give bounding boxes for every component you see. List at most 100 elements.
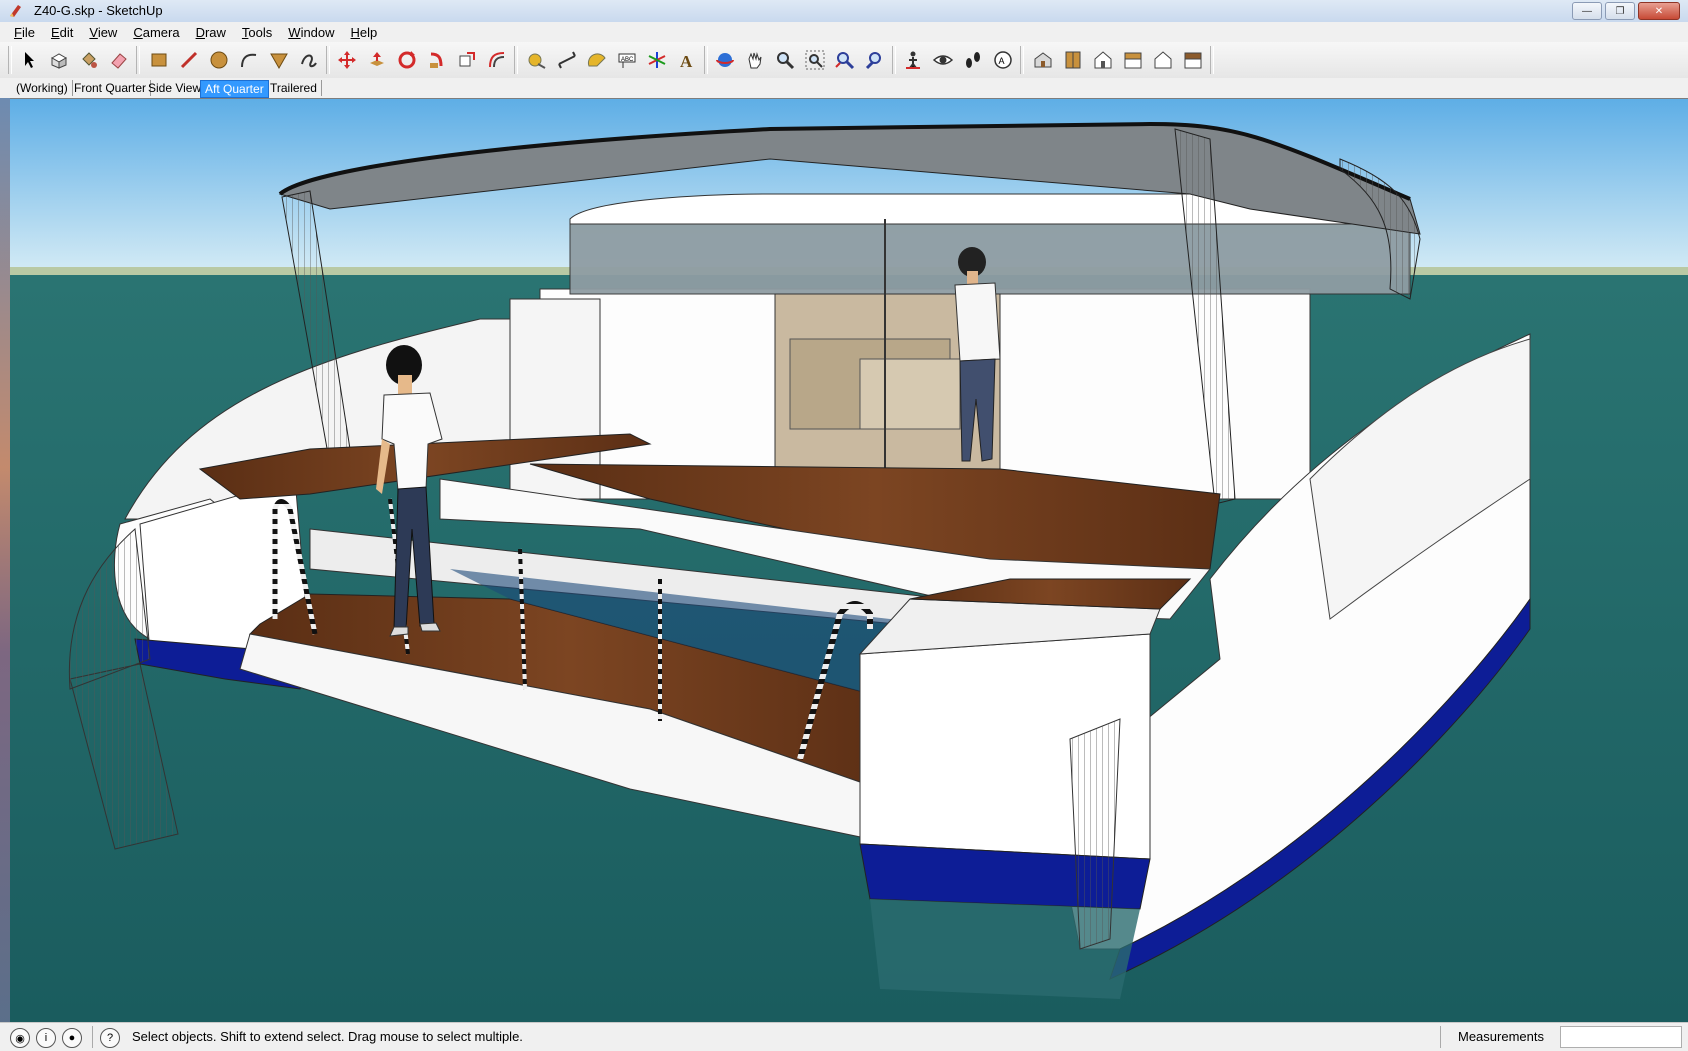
tape-measure-icon [528, 53, 546, 69]
menu-view[interactable]: View [89, 25, 117, 40]
circle-icon [210, 51, 228, 69]
menu-file[interactable]: File [14, 25, 35, 40]
toolbar-separator [326, 46, 330, 74]
model-viewport[interactable] [10, 98, 1688, 1023]
zoom-button[interactable] [772, 47, 798, 73]
follow-me-icon [430, 52, 443, 68]
orbit-button[interactable] [712, 47, 738, 73]
toolbar-separator [704, 46, 708, 74]
svg-text:A: A [680, 52, 693, 70]
arc-button[interactable] [236, 47, 262, 73]
offset-icon [489, 52, 505, 68]
model-scene [10, 99, 1688, 1023]
previous-view-button[interactable] [862, 47, 888, 73]
look-around-button[interactable] [930, 47, 956, 73]
tape-measure-button[interactable] [524, 47, 550, 73]
instructor-help-button[interactable]: ? [100, 1028, 120, 1048]
zoom-window-button[interactable] [802, 47, 828, 73]
minimize-button[interactable]: — [1572, 2, 1602, 20]
toolbar-separator [136, 46, 140, 74]
paint-bucket-icon [82, 52, 97, 68]
eraser-button[interactable] [106, 47, 132, 73]
zoom-window-icon [805, 50, 825, 70]
status-divider [92, 1026, 93, 1048]
make-component-icon [50, 53, 68, 69]
credits-status[interactable]: i [36, 1028, 56, 1048]
dimension-button[interactable] [554, 47, 580, 73]
circle-button[interactable] [206, 47, 232, 73]
back-view-button[interactable] [1150, 47, 1176, 73]
previous-view-icon [865, 52, 881, 70]
freehand-icon [301, 54, 317, 68]
menu-help[interactable]: Help [351, 25, 378, 40]
menu-draw[interactable]: Draw [196, 25, 226, 40]
main-toolbar: ABC A A [0, 42, 1688, 79]
front-view-icon [1094, 51, 1112, 69]
close-button[interactable]: ✕ [1638, 2, 1680, 20]
back-view-icon [1154, 51, 1172, 69]
look-around-icon [933, 55, 953, 65]
toolbar-separator [892, 46, 896, 74]
front-view-button[interactable] [1090, 47, 1116, 73]
rectangle-button[interactable] [146, 47, 172, 73]
section-plane-button[interactable]: A [990, 47, 1016, 73]
3d-text-button[interactable]: A [674, 47, 700, 73]
toolbar-grip[interactable] [8, 46, 12, 74]
rectangle-icon [151, 53, 167, 67]
scene-tabs: (Working) Front Quarter Side View Aft Qu… [0, 78, 1688, 98]
text-button[interactable]: ABC [614, 47, 640, 73]
position-camera-icon [906, 51, 920, 69]
rotate-icon [398, 51, 416, 69]
select-tool-button[interactable] [16, 47, 42, 73]
right-view-button[interactable] [1120, 47, 1146, 73]
left-view-button[interactable] [1180, 47, 1206, 73]
freehand-button[interactable] [296, 47, 322, 73]
maximize-button[interactable]: ❐ [1605, 2, 1635, 20]
title-bar: Z40-G.skp - SketchUp — ❐ ✕ [0, 0, 1688, 23]
scene-tab-trailered[interactable]: Trailered [266, 80, 322, 96]
toolbar-separator [1210, 46, 1214, 74]
measurements-input[interactable] [1560, 1026, 1682, 1048]
arc-icon [241, 53, 257, 68]
status-hint: Select objects. Shift to extend select. … [132, 1029, 523, 1044]
move-icon [338, 51, 356, 69]
account-status[interactable]: ● [62, 1028, 82, 1048]
protractor-button[interactable] [584, 47, 610, 73]
rotate-button[interactable] [394, 47, 420, 73]
scene-tab-aft-quarter[interactable]: Aft Quarter [200, 80, 269, 98]
menu-edit[interactable]: Edit [51, 25, 73, 40]
menu-camera[interactable]: Camera [133, 25, 179, 40]
geo-location-status[interactable]: ◉ [10, 1028, 30, 1048]
scale-button[interactable] [454, 47, 480, 73]
status-bar: ◉ i ● ? Select objects. Shift to extend … [0, 1022, 1688, 1051]
text-icon: ABC [618, 53, 636, 68]
help-icon: ? [106, 1032, 114, 1044]
make-component-button[interactable] [46, 47, 72, 73]
top-view-icon [1065, 51, 1081, 69]
polygon-button[interactable] [266, 47, 292, 73]
status-divider [1440, 1026, 1441, 1048]
walk-button[interactable] [960, 47, 986, 73]
desktop-background-strip [0, 98, 10, 1022]
follow-me-button[interactable] [424, 47, 450, 73]
top-view-button[interactable] [1060, 47, 1086, 73]
axes-button[interactable] [644, 47, 670, 73]
window-title: Z40-G.skp - SketchUp [34, 3, 163, 18]
orbit-icon [716, 53, 734, 67]
menu-window[interactable]: Window [288, 25, 334, 40]
iso-view-button[interactable] [1030, 47, 1056, 73]
zoom-extents-button[interactable] [832, 47, 858, 73]
scene-tab-working[interactable]: (Working) [12, 80, 73, 96]
push-pull-button[interactable] [364, 47, 390, 73]
offset-button[interactable] [484, 47, 510, 73]
pan-button[interactable] [742, 47, 768, 73]
paint-bucket-button[interactable] [76, 47, 102, 73]
scale-icon [459, 52, 475, 67]
user-icon: ● [68, 1032, 76, 1044]
position-camera-button[interactable] [900, 47, 926, 73]
line-button[interactable] [176, 47, 202, 73]
scene-tab-front-quarter[interactable]: Front Quarter [70, 80, 152, 96]
move-button[interactable] [334, 47, 360, 73]
menu-tools[interactable]: Tools [242, 25, 272, 40]
scene-tab-side-view[interactable]: Side View [144, 80, 207, 96]
